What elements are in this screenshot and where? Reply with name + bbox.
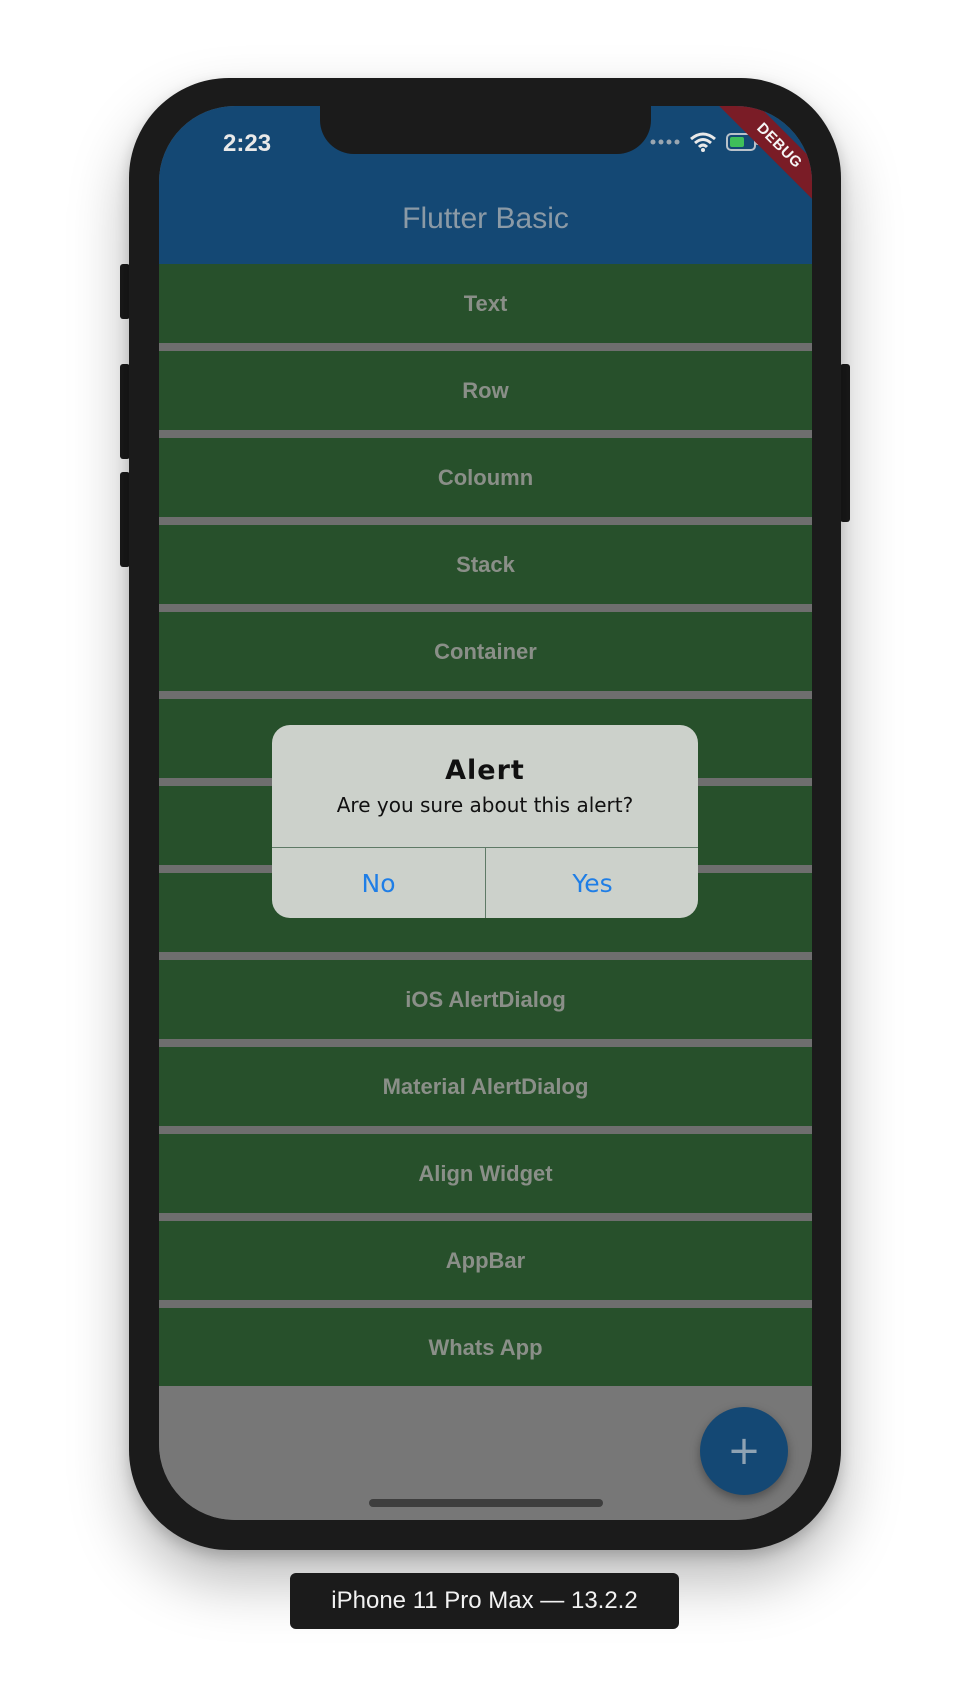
list-item-align-widget[interactable]: Align Widget [159,1134,812,1213]
home-indicator[interactable] [369,1499,603,1507]
list-item-appbar[interactable]: AppBar [159,1221,812,1300]
list-item-whats-app[interactable]: Whats App [159,1308,812,1387]
dialog-title: Alert [445,755,525,786]
device-notch [320,106,651,154]
list-item-text[interactable]: Text [159,264,812,343]
no-button[interactable]: No [272,848,485,918]
simulator-stage: 2:23 Flutter Basic DEBUG Text Row Coloum… [0,0,970,1700]
app-title: Flutter Basic [402,202,569,235]
device-label: iPhone 11 Pro Max — 13.2.2 [290,1573,679,1629]
status-time: 2:23 [223,130,272,157]
list-item-ios-alertdialog[interactable]: iOS AlertDialog [159,960,812,1039]
status-icons [650,132,760,152]
plus-icon: + [727,1428,761,1474]
alert-dialog: Alert Are you sure about this alert? No … [272,725,698,918]
yes-button[interactable]: Yes [486,848,698,918]
app-bar: 2:23 Flutter Basic DEBUG [159,106,812,264]
signal-icon [650,139,680,145]
wifi-icon [690,132,716,152]
list-item-container[interactable]: Container [159,612,812,691]
phone-screen: 2:23 Flutter Basic DEBUG Text Row Coloum… [159,106,812,1520]
list-item-material-alertdialog[interactable]: Material AlertDialog [159,1047,812,1126]
list-item-coloumn[interactable]: Coloumn [159,438,812,517]
dialog-message: Are you sure about this alert? [336,793,634,817]
list-item-row[interactable]: Row [159,351,812,430]
add-fab-button[interactable]: + [700,1407,788,1495]
power-button [840,364,850,522]
debug-banner: DEBUG [716,106,812,209]
list-item-stack[interactable]: Stack [159,525,812,604]
